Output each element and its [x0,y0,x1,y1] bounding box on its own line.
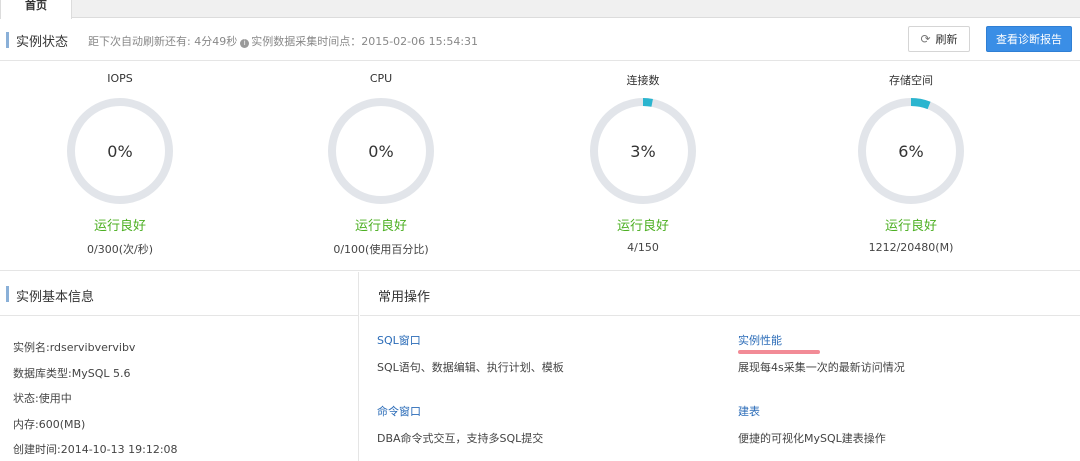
gauge-status: 运行良好 [884,219,937,234]
basic-info-header: 实例基本信息 [0,272,358,316]
info-icon: i [240,39,250,48]
basic-info-panel: 实例基本信息 实例名:rdservibvervibv 数据库类型:MySQL 5… [0,272,359,461]
common-ops-header: 常用操作 [360,272,1080,316]
gauge-row: IOPS 0% 运行良好 0/300(次/秒) CPU 0% 运行良好 0/10… [0,62,1080,271]
gauge-value: 6% [898,142,924,161]
op-command-window-link[interactable]: 命令窗口 [377,403,421,419]
common-ops-panel: 常用操作 SQL窗口 SQL语句、数据编辑、执行计划、模板 实例性能 展现每4s… [360,272,1080,461]
op-sql-window-link[interactable]: SQL窗口 [377,332,421,348]
gauge-storage: 存储空间 6% 运行良好 1212/20480(M) [841,62,981,271]
gauge-cpu: CPU 0% 运行良好 0/100(使用百分比) [311,62,451,271]
gauge-label: IOPS [107,72,133,85]
gauge-label: 存储空间 [889,74,933,87]
gauge-detail: 0/300(次/秒) [87,243,153,256]
gauge-status: 运行良好 [354,219,407,234]
gauge-value: 3% [630,142,656,161]
lower-section: 实例基本信息 实例名:rdservibvervibv 数据库类型:MySQL 5… [0,272,1080,461]
instance-status-header: 实例状态 距下次自动刷新还有: 4分49秒 i 实例数据采集时间点：2015-02-… [0,19,1080,61]
info-instance-name: 实例名:rdservibvervibv [13,341,136,354]
refresh-info: 距下次自动刷新还有: 4分49秒 i 实例数据采集时间点：2015-02-06 15… [88,33,478,49]
refresh-button-label: 刷新 [935,33,958,46]
gauge-value: 0% [107,142,133,161]
instance-status-title: 实例状态 [16,35,69,50]
op-sql-window-desc: SQL语句、数据编辑、执行计划、模板 [377,361,564,374]
tab-bar: 首页 [0,0,1080,19]
info-db-type: 数据库类型:MySQL 5.6 [13,367,131,380]
op-create-table-desc: 便捷的可视化MySQL建表操作 [738,432,886,445]
common-ops-title: 常用操作 [378,290,431,305]
op-instance-performance-link[interactable]: 实例性能 [738,332,782,348]
gauge-detail: 1212/20480(M) [868,241,954,254]
tab-home[interactable]: 首页 [0,0,72,19]
gauge-status: 运行良好 [93,219,146,234]
info-memory: 内存:600(MB) [13,418,86,431]
refresh-button[interactable]: ⟳ 刷新 [908,26,970,52]
op-command-window-desc: DBA命令式交互，支持多SQL提交 [377,432,544,445]
gauge-detail: 0/100(使用百分比) [333,243,429,256]
refresh-icon: ⟳ [920,32,931,46]
op-instance-performance-desc: 展现每4s采集一次的最新访问情况 [738,361,905,374]
info-state: 状态:使用中 [13,392,72,405]
section-marker [6,286,9,302]
gauge-label: 连接数 [626,74,660,87]
op-create-table-link[interactable]: 建表 [738,403,760,419]
collect-time: 实例数据采集时间点：2015-02-06 15:54:31 [251,35,479,48]
gauge-iops: IOPS 0% 运行良好 0/300(次/秒) [50,62,190,271]
gauge-detail: 4/150 [627,241,659,254]
view-diagnosis-report-button[interactable]: 查看诊断报告 [986,26,1072,52]
highlight-underline [738,350,820,354]
gauge-value: 0% [368,142,394,161]
info-created: 创建时间:2014-10-13 19:12:08 [13,443,178,456]
gauge-status: 运行良好 [616,219,669,234]
gauge-label: CPU [369,72,393,85]
gauge-connections: 连接数 3% 运行良好 4/150 [573,62,713,271]
basic-info-title: 实例基本信息 [16,290,95,305]
refresh-countdown: 距下次自动刷新还有: 4分49秒 [88,35,238,48]
section-marker [6,32,9,48]
